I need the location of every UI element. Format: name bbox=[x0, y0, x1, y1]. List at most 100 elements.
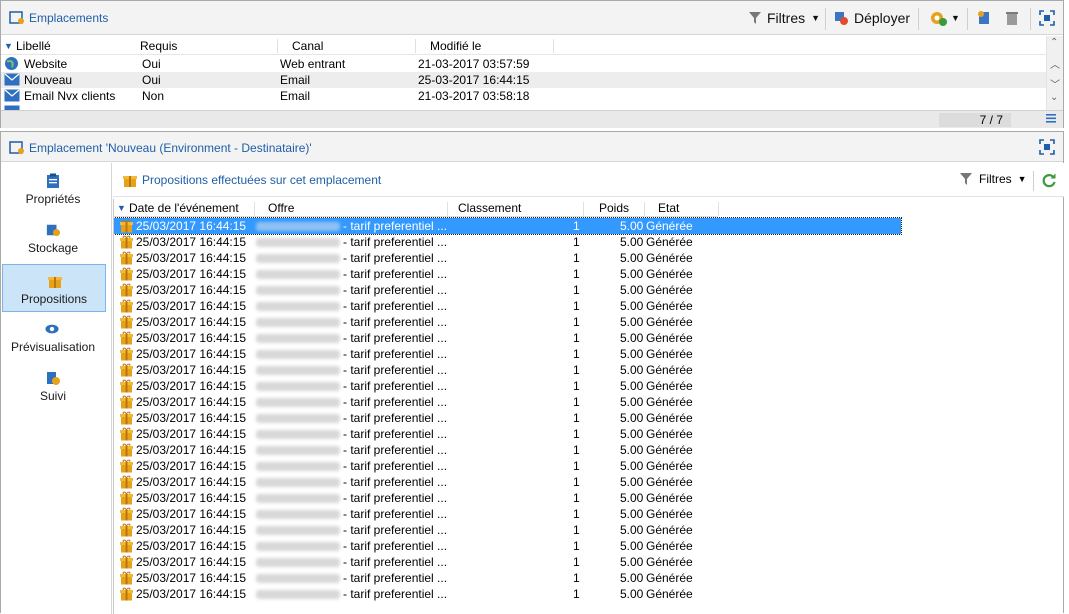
sidebar-item-preview[interactable]: Prévisualisation bbox=[1, 313, 105, 361]
row-event-date: 25/03/2017 16:44:15 bbox=[136, 379, 247, 393]
redacted-offer-name bbox=[256, 382, 340, 391]
redacted-offer-name bbox=[256, 478, 340, 487]
table-row[interactable]: 25/03/2017 16:44:15 - tarif preferentiel … bbox=[114, 298, 718, 314]
column-rank[interactable]: Classement bbox=[458, 201, 521, 215]
scroll-up-icon[interactable]: ⌃ bbox=[1050, 37, 1058, 48]
list-item[interactable]: Nouveau Oui Email 25-03-2017 16:44:15 bbox=[1, 72, 1047, 88]
table-row[interactable]: 25/03/2017 16:44:15 - tarif preferentiel … bbox=[114, 314, 718, 330]
row-rank: 1 bbox=[573, 347, 580, 361]
list-settings-icon[interactable] bbox=[1045, 112, 1057, 124]
sort-desc-icon[interactable]: ▼ bbox=[4, 41, 13, 51]
row-offer: - tarif preferentiel ... bbox=[343, 267, 448, 281]
column-label[interactable]: Libellé bbox=[16, 39, 51, 53]
scroll-top-icon[interactable]: ︿ bbox=[1050, 56, 1060, 71]
locations-title: Emplacements bbox=[29, 11, 109, 25]
filters-button[interactable]: Filtres ▼ bbox=[959, 172, 1027, 186]
table-row[interactable]: 25/03/2017 16:44:15 - tarif preferentiel … bbox=[114, 362, 718, 378]
column-divider[interactable] bbox=[718, 202, 719, 216]
table-row[interactable]: 25/03/2017 16:44:15 - tarif preferentiel … bbox=[114, 506, 718, 522]
row-offer: - tarif preferentiel ... bbox=[343, 491, 448, 505]
filters-button[interactable]: Filtres ▼ bbox=[748, 8, 820, 28]
column-divider[interactable] bbox=[644, 202, 645, 216]
list-item[interactable]: Email Nvx clients Non Email 21-03-2017 0… bbox=[1, 88, 1047, 104]
table-row[interactable]: 25/03/2017 16:44:15 - tarif preferentiel … bbox=[114, 266, 718, 282]
maximize-button[interactable] bbox=[1039, 8, 1055, 28]
table-row[interactable]: 25/03/2017 16:44:15 - tarif preferentiel … bbox=[114, 410, 718, 426]
row-offer: - tarif preferentiel ... bbox=[343, 475, 448, 489]
scroll-bottom-icon[interactable]: ﹀ bbox=[1050, 76, 1060, 91]
redacted-offer-name bbox=[256, 302, 340, 311]
sidebar-item-storage[interactable]: Stockage bbox=[1, 214, 105, 262]
column-offer[interactable]: Offre bbox=[268, 201, 294, 215]
deploy-button[interactable]: Déployer bbox=[833, 8, 910, 28]
add-button[interactable]: ▼ bbox=[929, 8, 960, 28]
list-item[interactable]: Website Oui Web entrant 21-03-2017 03:57… bbox=[1, 56, 1047, 72]
row-weight: 5.00 bbox=[620, 331, 644, 345]
row-rank: 1 bbox=[573, 427, 580, 441]
gift-icon bbox=[120, 539, 133, 553]
sidebar-item-properties[interactable]: Propriétés bbox=[1, 165, 105, 213]
refresh-icon[interactable] bbox=[1041, 172, 1057, 188]
new-item-button[interactable] bbox=[976, 8, 992, 28]
column-weight[interactable]: Poids bbox=[599, 201, 629, 215]
maximize-icon[interactable] bbox=[1039, 139, 1055, 155]
row-event-date: 25/03/2017 16:44:15 bbox=[136, 571, 247, 585]
propositions-title: Propositions effectuées sur cet emplacem… bbox=[142, 173, 382, 187]
table-row[interactable]: 25/03/2017 16:44:15 - tarif preferentiel … bbox=[114, 458, 718, 474]
table-row[interactable]: 25/03/2017 16:44:15 - tarif preferentiel … bbox=[114, 282, 718, 298]
table-row[interactable]: 25/03/2017 16:44:15 - tarif preferentiel … bbox=[114, 522, 718, 538]
sidebar-item-propositions[interactable]: Propositions bbox=[2, 264, 106, 312]
location-icon bbox=[9, 140, 25, 156]
column-modified[interactable]: Modifié le bbox=[430, 39, 481, 53]
table-row[interactable]: 25/03/2017 16:44:15 - tarif preferentiel … bbox=[114, 586, 718, 602]
column-divider[interactable] bbox=[415, 39, 416, 53]
table-row[interactable]: 25/03/2017 16:44:15 - tarif preferentiel … bbox=[114, 378, 718, 394]
column-divider[interactable] bbox=[254, 202, 255, 216]
gift-icon bbox=[120, 475, 133, 489]
sidebar-item-tracking[interactable]: Suivi bbox=[1, 362, 105, 410]
table-row[interactable]: 25/03/2017 16:44:15 - tarif preferentiel … bbox=[114, 490, 718, 506]
gift-icon bbox=[120, 443, 133, 457]
column-state[interactable]: Etat bbox=[658, 201, 679, 215]
table-row[interactable]: 25/03/2017 16:44:15 - tarif preferentiel … bbox=[114, 570, 718, 586]
redacted-offer-name bbox=[256, 446, 340, 455]
table-row[interactable]: 25/03/2017 16:44:15 - tarif preferentiel … bbox=[114, 442, 718, 458]
row-event-date: 25/03/2017 16:44:15 bbox=[136, 587, 247, 601]
row-event-date: 25/03/2017 16:44:15 bbox=[136, 411, 247, 425]
row-offer: - tarif preferentiel ... bbox=[343, 459, 448, 473]
table-row[interactable]: 25/03/2017 16:44:15 - tarif preferentiel … bbox=[114, 394, 718, 410]
globe-icon bbox=[4, 56, 19, 71]
chevron-down-icon: ▼ bbox=[951, 13, 960, 23]
column-divider[interactable] bbox=[553, 39, 554, 53]
sort-desc-icon[interactable]: ▼ bbox=[117, 203, 126, 213]
column-divider[interactable] bbox=[583, 202, 584, 216]
column-channel[interactable]: Canal bbox=[292, 39, 323, 53]
table-row[interactable]: 25/03/2017 16:44:15 - tarif preferentiel … bbox=[114, 474, 718, 490]
list-item-label: Website bbox=[24, 57, 68, 71]
redacted-offer-name bbox=[256, 254, 340, 263]
table-row[interactable]: 25/03/2017 16:44:15 - tarif preferentiel … bbox=[114, 217, 902, 235]
redacted-offer-name bbox=[256, 238, 340, 247]
table-row[interactable]: 25/03/2017 16:44:15 - tarif preferentiel … bbox=[114, 426, 718, 442]
row-weight: 5.00 bbox=[620, 427, 644, 441]
table-row[interactable]: 25/03/2017 16:44:15 - tarif preferentiel … bbox=[114, 250, 718, 266]
row-event-date: 25/03/2017 16:44:15 bbox=[136, 539, 247, 553]
row-event-date: 25/03/2017 16:44:15 bbox=[136, 443, 247, 457]
table-row[interactable]: 25/03/2017 16:44:15 - tarif preferentiel … bbox=[114, 554, 718, 570]
column-divider[interactable] bbox=[277, 39, 278, 53]
row-rank: 1 bbox=[573, 459, 580, 473]
table-row[interactable]: 25/03/2017 16:44:15 - tarif preferentiel … bbox=[114, 346, 718, 362]
column-event-date[interactable]: Date de l'événement bbox=[129, 201, 239, 215]
table-row[interactable]: 25/03/2017 16:44:15 - tarif preferentiel … bbox=[114, 538, 718, 554]
column-divider[interactable] bbox=[447, 202, 448, 216]
delete-button[interactable] bbox=[1004, 8, 1020, 28]
gift-icon bbox=[120, 251, 133, 265]
table-row[interactable]: 25/03/2017 16:44:15 - tarif preferentiel … bbox=[114, 234, 718, 250]
toolbar-divider bbox=[918, 8, 919, 30]
column-required[interactable]: Requis bbox=[140, 39, 177, 53]
scroll-down-icon[interactable]: ⌄ bbox=[1050, 92, 1058, 103]
locations-scrollbar[interactable]: ⌃ ︿ ﹀ ⌄ bbox=[1046, 36, 1063, 110]
redacted-offer-name bbox=[256, 222, 340, 231]
table-row[interactable]: 25/03/2017 16:44:15 - tarif preferentiel … bbox=[114, 330, 718, 346]
redacted-offer-name bbox=[256, 350, 340, 359]
